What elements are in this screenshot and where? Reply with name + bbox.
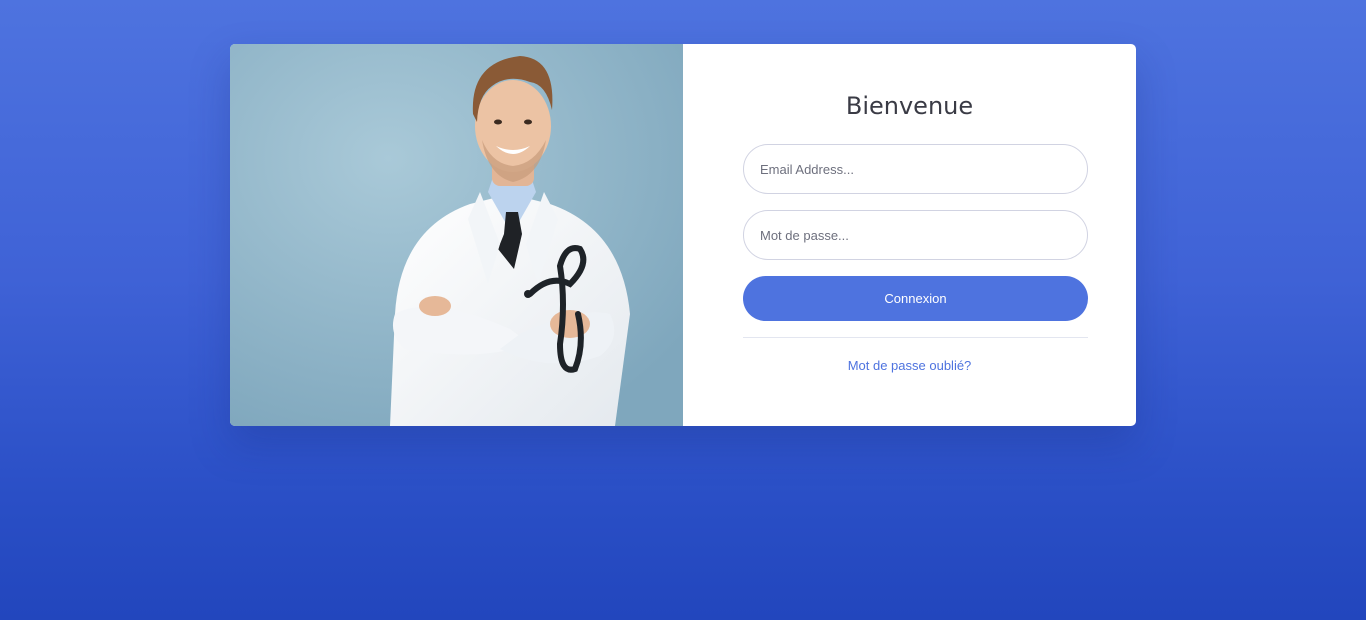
forgot-password-link[interactable]: Mot de passe oublié? <box>683 358 1136 373</box>
login-button[interactable]: Connexion <box>743 276 1088 321</box>
doctor-photo <box>230 44 683 426</box>
password-field[interactable] <box>743 210 1088 260</box>
page-title: Bienvenue <box>845 92 974 120</box>
login-form: Bienvenue Connexion Mot de passe oublié? <box>683 44 1136 426</box>
email-field[interactable] <box>743 144 1088 194</box>
doctor-illustration <box>230 44 683 426</box>
divider <box>743 337 1088 338</box>
login-card: Bienvenue Connexion Mot de passe oublié? <box>230 44 1136 426</box>
